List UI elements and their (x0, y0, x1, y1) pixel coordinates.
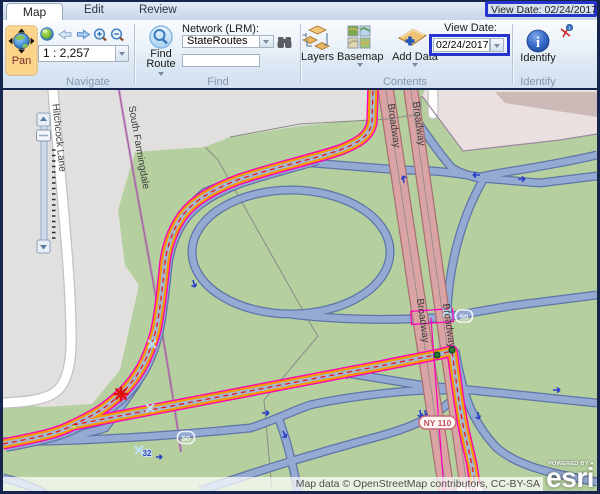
svg-text:i: i (536, 35, 540, 51)
svg-text:NY 110: NY 110 (424, 418, 452, 428)
svg-text:32: 32 (143, 449, 152, 458)
svg-text:50: 50 (460, 313, 468, 322)
svg-text:i: i (569, 26, 570, 32)
svg-text:50: 50 (182, 434, 190, 443)
svg-text:Pan: Pan (12, 55, 32, 67)
